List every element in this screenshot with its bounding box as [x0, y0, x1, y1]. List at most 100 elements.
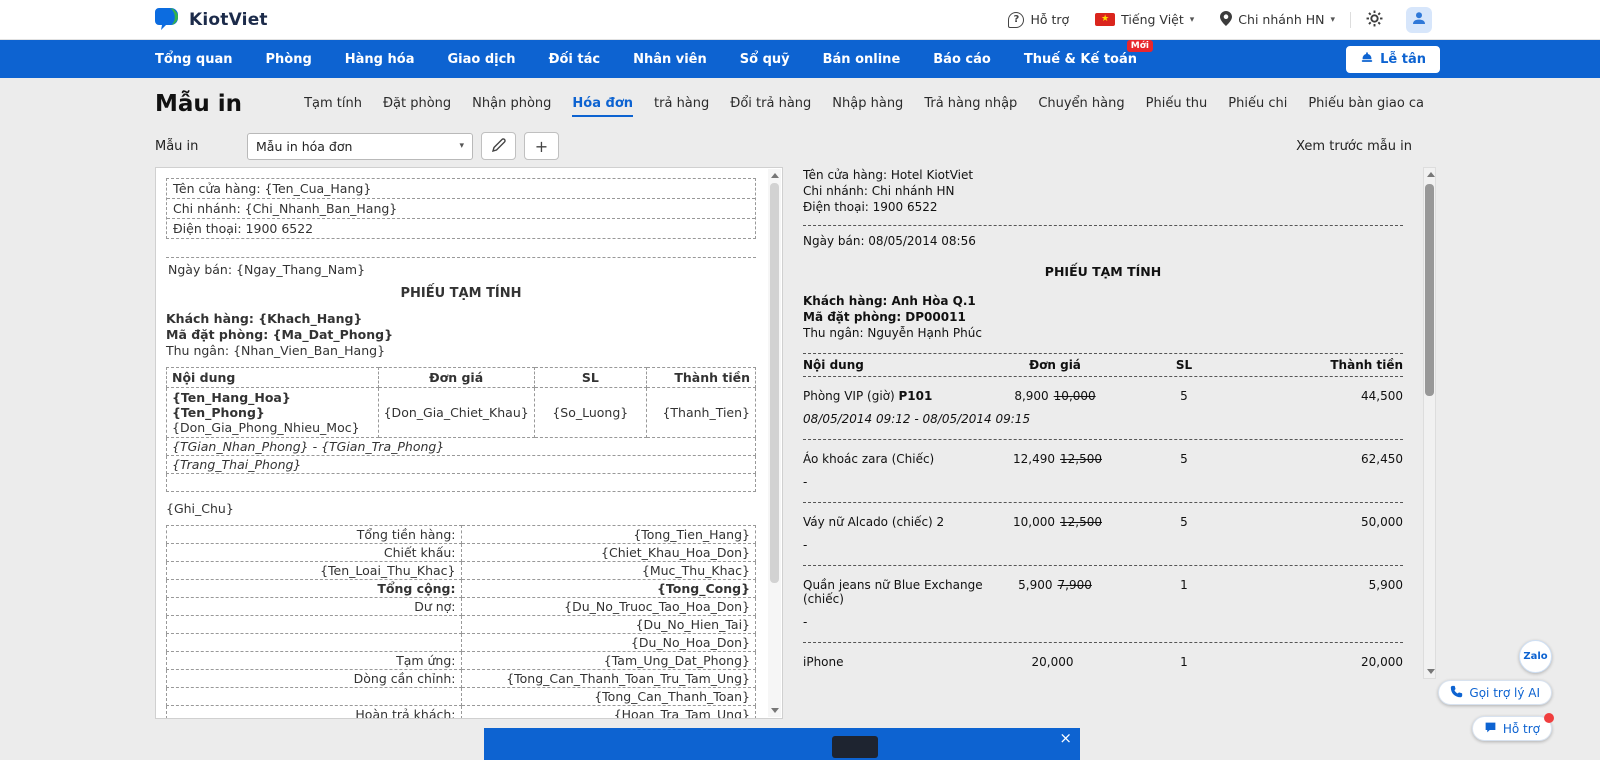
template-line: Khách hàng: {Khach_Hang}: [166, 311, 756, 327]
item-total: 5,900: [1271, 578, 1403, 606]
branch-label: Chi nhánh HN: [1238, 12, 1324, 27]
item-qty: 5: [1097, 389, 1271, 403]
add-template-button[interactable]: +: [524, 132, 559, 160]
bottom-banner: ×: [484, 728, 1080, 760]
vietnam-flag-icon: ★: [1095, 13, 1115, 26]
nav-items: Tổng quan Phòng Hàng hóa Giao dịch Đối t…: [155, 52, 1137, 67]
settings-button[interactable]: [1355, 10, 1394, 30]
template-line: Chi nhánh: {Chi_Nhanh_Ban_Hang}: [167, 199, 755, 219]
editor-column: Mẫu in Mẫu in hóa đơn ▾ + Tên cửa hàng: …: [155, 125, 783, 719]
brand-name: KiotViet: [189, 10, 268, 30]
ai-label: Gọi trợ lý AI: [1469, 686, 1540, 700]
tab-doi-tra-hang[interactable]: Đổi trả hàng: [730, 96, 811, 117]
tab-tra-hang[interactable]: trả hàng: [654, 96, 709, 117]
summary-row: {Du_No_Hoa_Don}: [167, 634, 756, 652]
summary-row: Tạm ứng:{Tam_Ung_Dat_Phong}: [167, 652, 756, 670]
chevron-down-icon: ▾: [1190, 15, 1195, 25]
preview-customer-line: Thu ngân: Nguyễn Hạnh Phúc: [803, 325, 1403, 341]
scroll-up-arrow[interactable]: [1427, 172, 1435, 177]
table-header-row: Nội dung Đơn giá SL Thành tiền: [167, 368, 756, 388]
tab-tam-tinh[interactable]: Tạm tính: [304, 96, 362, 117]
language-selector[interactable]: ★ Tiếng Việt ▾: [1084, 12, 1205, 27]
table-row: {Ten_Hang_Hoa} {Ten_Phong} {Don_Gia_Phon…: [167, 388, 756, 438]
item-total: 20,000: [1271, 655, 1403, 669]
scrollbar-thumb[interactable]: [770, 183, 779, 583]
ai-assistant-button[interactable]: Gọi trợ lý AI: [1438, 680, 1552, 705]
plus-icon: +: [535, 137, 548, 156]
help-label: Hỗ trợ: [1030, 12, 1069, 27]
summary-row: {Ten_Loai_Thu_Khac}{Muc_Thu_Khac}: [167, 562, 756, 580]
item-subline: -: [803, 615, 1403, 629]
template-editor[interactable]: Tên cửa hàng: {Ten_Cua_Hang} Chi nhánh: …: [155, 167, 783, 719]
tab-tra-hang-nhap[interactable]: Trả hàng nhập: [924, 96, 1017, 117]
support-button[interactable]: Hỗ trợ: [1472, 716, 1552, 741]
summary-row: Dòng cần chỉnh:{Tong_Can_Thanh_Toan_Tru_…: [167, 670, 756, 688]
nav-bao-cao[interactable]: Báo cáo: [933, 52, 991, 67]
tab-phieu-ban-giao-ca[interactable]: Phiếu bàn giao ca: [1308, 96, 1424, 117]
scroll-down-arrow[interactable]: [1427, 669, 1435, 674]
nav-hang-hoa[interactable]: Hàng hóa: [345, 52, 415, 67]
summary-row-total: Tổng cộng:{Tong_Cong}: [167, 580, 756, 598]
nav-giao-dich[interactable]: Giao dịch: [447, 52, 515, 67]
nav-thue-ke-toan[interactable]: Thuế & Kế toán Mới: [1024, 52, 1137, 67]
brand[interactable]: KiotViet: [155, 5, 268, 35]
nav-ban-online[interactable]: Bán online: [823, 52, 901, 67]
branch-selector[interactable]: Chi nhánh HN ▾: [1209, 11, 1346, 29]
chevron-down-icon: ▾: [1330, 15, 1335, 25]
preview-item-row: Áo khoác zara (Chiếc) 12,49012,500 5 62,…: [803, 440, 1403, 468]
zalo-button[interactable]: Zalo: [1519, 640, 1552, 673]
close-icon[interactable]: ×: [1059, 731, 1072, 746]
nav-nhan-vien[interactable]: Nhân viên: [633, 52, 707, 67]
preview-store-line: Chi nhánh: Chi nhánh HN: [803, 183, 1403, 199]
preview-table-header: Nội dung Đơn giá SL Thành tiền: [803, 353, 1403, 377]
nav-phong[interactable]: Phòng: [265, 52, 311, 67]
summary-row: {Du_No_Hien_Tai}: [167, 616, 756, 634]
preview-item-row: Quần jeans nữ Blue Exchange (chiếc) 5,90…: [803, 566, 1403, 608]
new-badge: Mới: [1127, 40, 1153, 52]
col-header: SL: [534, 368, 646, 388]
template-select[interactable]: Mẫu in hóa đơn ▾: [247, 133, 473, 160]
tab-phieu-thu[interactable]: Phiếu thu: [1146, 96, 1208, 117]
preview-scrollbar[interactable]: [1423, 167, 1436, 679]
editor-scrollbar[interactable]: [768, 169, 781, 717]
template-items-table: Nội dung Đơn giá SL Thành tiền {Ten_Hang…: [166, 367, 756, 438]
template-doc-title: PHIẾU TẠM TÍNH: [166, 286, 756, 301]
main-nav: Tổng quan Phòng Hàng hóa Giao dịch Đối t…: [0, 40, 1600, 78]
help-icon: ?: [1008, 12, 1024, 28]
help-menu[interactable]: ? Hỗ trợ: [997, 12, 1080, 28]
cell-unit-price: {Don_Gia_Chiet_Khau}: [378, 388, 534, 438]
template-note-line: {Ghi_Chu}: [166, 501, 756, 516]
item-subline: -: [803, 538, 1403, 552]
item-subline: -: [803, 475, 1403, 489]
cell-total: {Thanh_Tien}: [646, 388, 755, 438]
summary-row: Chiết khấu:{Chiet_Khau_Hoa_Don}: [167, 544, 756, 562]
tab-dat-phong[interactable]: Đặt phòng: [383, 96, 451, 117]
divider: [803, 225, 1403, 226]
user-avatar[interactable]: [1406, 7, 1432, 33]
nav-so-quy[interactable]: Sổ quỹ: [740, 52, 790, 67]
zalo-label: Zalo: [1523, 651, 1547, 662]
preview-column: Xem trước mẫu in Tên cửa hàng: Hotel Kio…: [797, 125, 1440, 719]
tab-nhan-phong[interactable]: Nhận phòng: [472, 96, 551, 117]
tab-hoa-don[interactable]: Hóa đơn: [572, 96, 633, 117]
item-name: Áo khoác zara (Chiếc): [803, 452, 1013, 466]
col-header: Nội dung: [167, 368, 379, 388]
template-select-value: Mẫu in hóa đơn: [256, 139, 352, 154]
nav-tong-quan[interactable]: Tổng quan: [155, 52, 232, 67]
item-qty: 5: [1097, 515, 1271, 529]
preview-customer-line: Mã đặt phòng: DP00011: [803, 309, 1403, 325]
item-total: 50,000: [1271, 515, 1403, 529]
tab-chuyen-hang[interactable]: Chuyển hàng: [1038, 96, 1124, 117]
template-line: Tên cửa hàng: {Ten_Cua_Hang}: [167, 179, 755, 199]
scroll-down-arrow[interactable]: [771, 708, 779, 713]
reception-button[interactable]: Lễ tân: [1346, 46, 1440, 73]
nav-doi-tac[interactable]: Đối tác: [549, 52, 601, 67]
page-title: Mẫu in: [155, 92, 242, 117]
scrollbar-thumb[interactable]: [1425, 184, 1434, 396]
tab-nhap-hang[interactable]: Nhập hàng: [832, 96, 903, 117]
tab-phieu-chi[interactable]: Phiếu chi: [1228, 96, 1287, 117]
edit-template-button[interactable]: [481, 132, 516, 160]
summary-row: Dư nợ:{Du_No_Truoc_Tao_Hoa_Don}: [167, 598, 756, 616]
template-line: Điện thoại: 1900 6522: [167, 219, 755, 238]
scroll-up-arrow[interactable]: [771, 173, 779, 178]
